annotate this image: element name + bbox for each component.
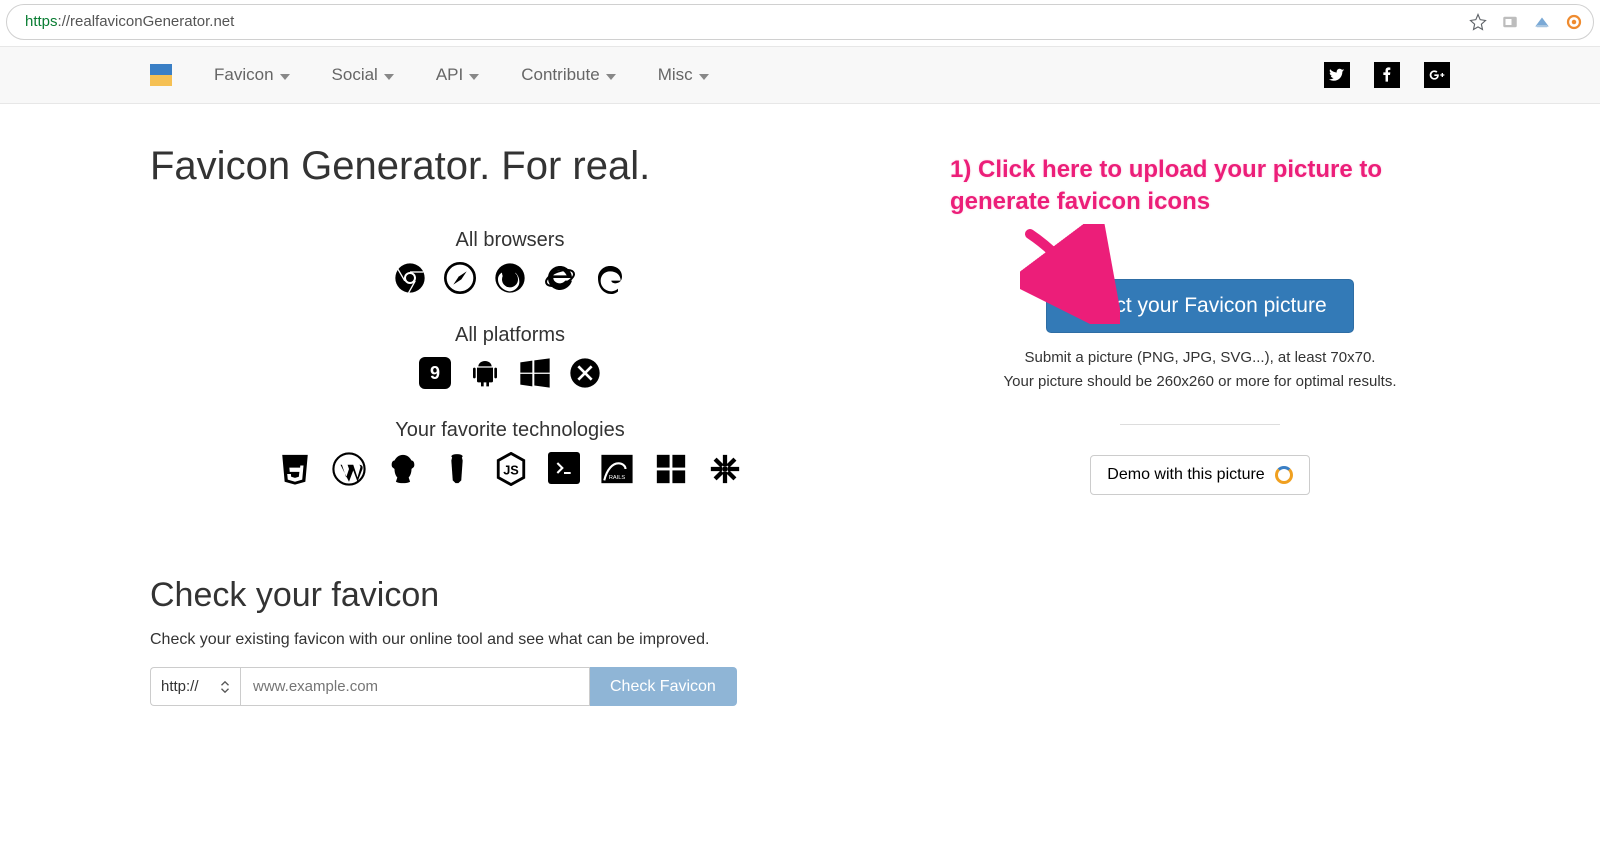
chevron-down-icon (280, 65, 290, 85)
edge-icon (594, 262, 626, 294)
upload-hint-2: Your picture should be 260x260 or more f… (950, 371, 1450, 394)
updown-icon (220, 680, 230, 694)
svg-text:JS: JS (503, 463, 519, 478)
wordpress-icon (332, 452, 366, 486)
url-text: https://realfaviconGenerator.net (17, 5, 1469, 39)
page-title: Favicon Generator. For real. (150, 144, 870, 189)
nav-misc[interactable]: Misc (658, 65, 709, 85)
demo-picture-button[interactable]: Demo with this picture (1090, 455, 1309, 495)
extension-icon-1[interactable] (1501, 13, 1519, 31)
chrome-toolbar-icons (1469, 13, 1583, 31)
browsers-heading: All browsers (150, 229, 870, 252)
html5-icon (278, 452, 312, 486)
nodejs-icon: JS (494, 452, 528, 486)
cli-icon (548, 452, 580, 484)
protocol-select[interactable]: http:// (150, 667, 240, 706)
chevron-down-icon (384, 65, 394, 85)
site-logo[interactable] (150, 64, 172, 86)
nav-api[interactable]: API (436, 65, 479, 85)
gwt-icon (708, 452, 742, 486)
demo-button-label: Demo with this picture (1107, 466, 1264, 484)
chevron-down-icon (606, 65, 616, 85)
nav-social[interactable]: Social (332, 65, 394, 85)
browsers-icon-row (150, 262, 870, 294)
check-subtitle: Check your existing favicon with our onl… (150, 631, 1450, 649)
facebook-link[interactable] (1374, 62, 1400, 88)
main-navbar: Favicon Social API Contribute Misc (0, 46, 1600, 104)
check-title: Check your favicon (150, 576, 1450, 615)
annotation-arrow-icon (1020, 224, 1120, 324)
ios-icon: 9 (419, 357, 451, 389)
ie-icon (544, 262, 576, 294)
android-icon (469, 357, 501, 389)
googleplus-link[interactable] (1424, 62, 1450, 88)
platforms-heading: All platforms (150, 324, 870, 347)
divider (1120, 424, 1280, 425)
protocol-value: http:// (161, 678, 199, 695)
safari-icon (444, 262, 476, 294)
browser-address-bar[interactable]: https://realfaviconGenerator.net (6, 4, 1594, 40)
tech-heading: Your favorite technologies (150, 419, 870, 442)
annotation-callout: 1) Click here to upload your picture to … (950, 154, 1450, 219)
firefox-icon (494, 262, 526, 294)
chevron-down-icon (699, 65, 709, 85)
gulp-icon (440, 452, 474, 486)
extension-icon-3[interactable] (1565, 13, 1583, 31)
demo-spinner-icon (1275, 466, 1293, 484)
nav-favicon[interactable]: Favicon (214, 65, 290, 85)
macos-icon (569, 357, 601, 389)
aspnet-icon (654, 452, 688, 486)
grunt-icon (386, 452, 420, 486)
rails-icon: RAILS (600, 452, 634, 486)
nav-contribute[interactable]: Contribute (521, 65, 615, 85)
tech-icon-row: JS RAILS (150, 452, 870, 486)
twitter-link[interactable] (1324, 62, 1350, 88)
svg-text:RAILS: RAILS (609, 475, 626, 481)
windows-icon (519, 357, 551, 389)
upload-hint-1: Submit a picture (PNG, JPG, SVG...), at … (950, 347, 1450, 370)
check-favicon-button[interactable]: Check Favicon (590, 667, 737, 706)
chrome-icon (394, 262, 426, 294)
chevron-down-icon (469, 65, 479, 85)
bookmark-star-icon[interactable] (1469, 13, 1487, 31)
platforms-icon-row: 9 (150, 357, 870, 389)
extension-icon-2[interactable] (1533, 13, 1551, 31)
url-input[interactable] (240, 667, 590, 706)
